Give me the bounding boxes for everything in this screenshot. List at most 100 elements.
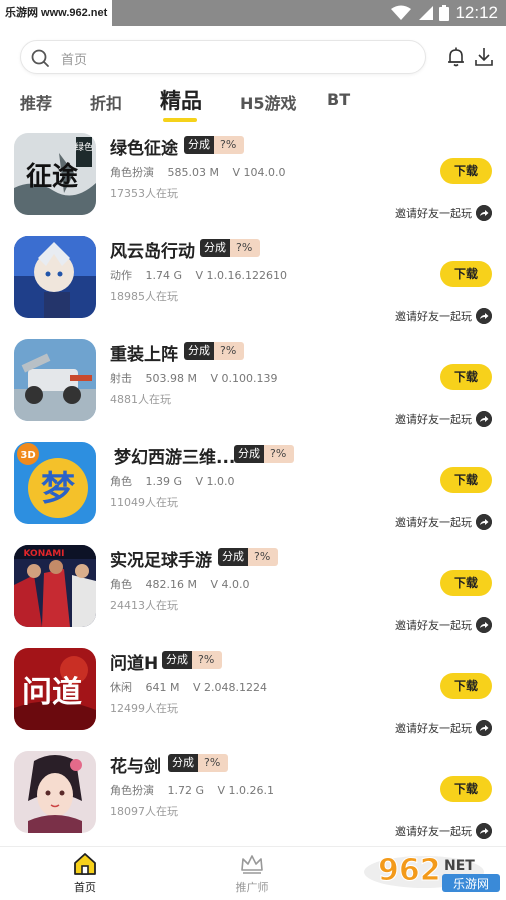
invite-link[interactable]: 邀请好友一起玩 [395,513,492,531]
game-category: 角色扮演 [110,784,154,797]
wifi-icon [391,5,412,20]
nav-item-promoter[interactable]: 推广师 [212,851,292,895]
invite-link[interactable]: 邀请好友一起玩 [395,616,492,634]
commission-badge: 分成 ?% [234,445,295,463]
invite-link[interactable]: 邀请好友一起玩 [395,410,492,428]
download-button[interactable]: 下载 [440,261,492,287]
badge-share-label: 分成 [168,754,198,772]
icon-small-text: 绿色 [75,141,93,153]
download-button[interactable]: 下载 [440,158,492,184]
badge-percent: ?% [214,342,245,360]
share-arrow-icon [476,308,492,324]
invite-link[interactable]: 邀请好友一起玩 [395,822,492,840]
download-button[interactable]: 下载 [440,364,492,390]
badge-percent: ?% [264,445,295,463]
icon-big-text: 问道 [22,675,82,710]
logo-number: 962 [378,853,441,888]
commission-badge: 分成 ?% [184,342,245,360]
watermark-text: 乐游网 www.962.net [0,0,113,26]
active-tab-indicator [163,118,197,122]
share-arrow-icon [476,205,492,221]
badge-percent: ?% [230,239,261,257]
game-meta: 角色扮演 585.03 M V 104.0.0 [110,164,296,180]
tab-boutique[interactable]: 精品 [160,85,202,115]
badge-percent: ?% [198,754,229,772]
clock-time: 12:12 [455,3,498,22]
invite-link[interactable]: 邀请好友一起玩 [395,719,492,737]
list-item[interactable]: 3D 梦 梦幻西游三维... 分成 ?% 角色 1.39 G V 1.0.0 1… [0,433,506,536]
nav-item-home[interactable]: 首页 [45,851,125,895]
invite-label: 邀请好友一起玩 [395,310,472,323]
list-item[interactable]: 重装上阵 分成 ?% 射击 503.98 M V 0.100.139 4881人… [0,330,506,433]
invite-link[interactable]: 邀请好友一起玩 [395,204,492,222]
players-count: 17353人在玩 [110,187,178,200]
icon-corner-text: 3D [20,450,35,461]
game-meta: 角色 482.16 M V 4.0.0 [110,576,260,592]
badge-percent: ?% [248,548,279,566]
category-tabs: 推荐 折扣 精品 H5游戏 BT [0,84,506,124]
search-placeholder: 首页 [61,53,88,68]
invite-label: 邀请好友一起玩 [395,825,472,838]
home-icon [74,853,96,875]
game-title[interactable]: 实况足球手游 [110,546,212,571]
icon-big-text: 梦 [41,469,75,509]
share-arrow-icon [476,720,492,736]
tab-h5-games[interactable]: H5游戏 [240,90,297,114]
list-item[interactable]: 绿色 征途 绿色征途 分成 ?% 角色扮演 585.03 M V 104.0.0… [0,124,506,227]
game-category: 动作 [110,269,132,282]
badge-percent: ?% [192,651,223,669]
invite-label: 邀请好友一起玩 [395,619,472,632]
game-icon[interactable] [14,339,96,421]
logo-text: 乐游网 [453,877,489,891]
game-title[interactable]: 风云岛行动 [110,237,195,262]
players-count: 18097人在玩 [110,805,178,818]
site-logo-watermark: 962 NET 乐游网 [364,853,500,892]
game-title[interactable]: 花与剑 [110,752,161,777]
badge-share-label: 分成 [200,239,230,257]
invite-label: 邀请好友一起玩 [395,413,472,426]
status-bar: 乐游网 www.962.net 12:12 [0,0,506,26]
badge-share-label: 分成 [218,548,248,566]
players-count: 12499人在玩 [110,702,178,715]
commission-badge: 分成 ?% [184,136,245,154]
badge-percent: ?% [214,136,245,154]
system-icons: 12:12 [391,0,498,26]
game-version: V 1.0.16.122610 [195,269,288,282]
game-version: V 0.100.139 [210,372,278,385]
game-icon[interactable]: 3D 梦 [14,442,96,524]
game-category: 角色扮演 [110,166,154,179]
game-icon[interactable]: KONAMI [14,545,96,627]
nav-label-promoter: 推广师 [235,881,269,894]
download-button[interactable]: 下载 [440,467,492,493]
list-item[interactable]: KONAMI 实况足球手游 分成 ?% 角色 482.16 M V 4.0.0 … [0,536,506,639]
game-size: 482.16 M [145,578,197,591]
game-icon[interactable] [14,751,96,833]
game-title[interactable]: 梦幻西游三维... [114,443,235,468]
game-size: 641 M [145,681,180,694]
game-icon[interactable]: 问道 [14,648,96,730]
icon-big-text: 征途 [26,161,79,192]
download-button[interactable]: 下载 [440,673,492,699]
battery-icon [439,5,450,21]
game-icon[interactable]: 绿色 征途 [14,133,96,215]
game-title[interactable]: 重装上阵 [110,340,178,365]
tab-recommend[interactable]: 推荐 [20,90,52,114]
list-item[interactable]: 花与剑 分成 ?% 角色扮演 1.72 G V 1.0.26.1 18097人在… [0,742,506,845]
game-title[interactable]: 绿色征途 [110,134,178,159]
tab-bt[interactable]: BT [327,90,350,109]
invite-link[interactable]: 邀请好友一起玩 [395,307,492,325]
game-category: 射击 [110,372,132,385]
search-bar[interactable]: 首页 [20,40,426,74]
download-icon[interactable] [472,45,496,69]
download-button[interactable]: 下载 [440,776,492,802]
bell-icon[interactable] [444,45,468,69]
share-arrow-icon [476,411,492,427]
download-button[interactable]: 下载 [440,570,492,596]
tab-discount[interactable]: 折扣 [90,90,122,114]
list-item[interactable]: 问道 问道H 分成 ?% 休闲 641 M V 2.048.1224 12499… [0,639,506,742]
game-version: V 104.0.0 [232,166,286,179]
game-title[interactable]: 问道H [110,649,158,674]
players-count: 11049人在玩 [110,496,178,509]
game-icon[interactable] [14,236,96,318]
list-item[interactable]: 风云岛行动 分成 ?% 动作 1.74 G V 1.0.16.122610 18… [0,227,506,330]
